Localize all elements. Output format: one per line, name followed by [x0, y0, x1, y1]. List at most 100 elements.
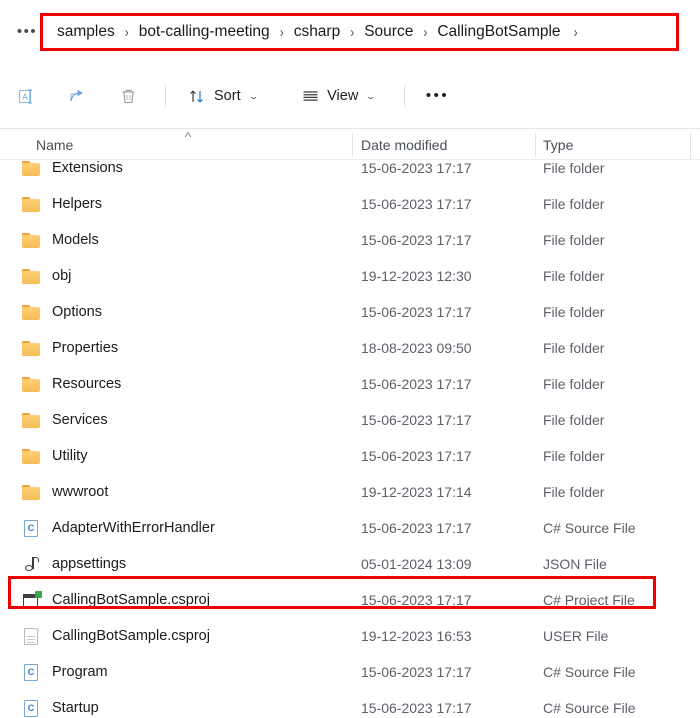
file-name-label: CallingBotSample.csproj	[52, 592, 210, 608]
address-bar: ••• samples › bot-calling-meeting › csha…	[0, 0, 700, 64]
breadcrumb-item-source[interactable]: Source	[355, 20, 422, 44]
file-name-label: Utility	[52, 448, 88, 464]
file-type-cell: File folder	[543, 196, 605, 212]
column-header-name[interactable]: Name	[36, 129, 73, 161]
table-row[interactable]: C Program 15-06-2023 17:17 C# Source Fil…	[0, 654, 700, 690]
sort-arrows-icon	[188, 88, 207, 105]
table-row[interactable]: C Startup 15-06-2023 17:17 C# Source Fil…	[0, 690, 700, 718]
rename-button[interactable]: A	[10, 79, 43, 113]
folder-icon	[22, 376, 41, 393]
table-row[interactable]: Resources 15-06-2023 17:17 File folder	[0, 366, 700, 402]
share-icon	[68, 88, 87, 105]
table-row[interactable]: wwwroot 19-12-2023 17:14 File folder	[0, 474, 700, 510]
command-separator-1	[165, 85, 166, 107]
chevron-right-icon[interactable]: ›	[422, 23, 428, 41]
folder-icon	[22, 484, 41, 501]
more-options-button[interactable]: •••	[419, 79, 456, 113]
column-divider-2[interactable]	[535, 133, 536, 157]
file-name-label: obj	[52, 268, 72, 284]
file-type-cell: C# Source File	[543, 520, 636, 536]
file-date-cell: 15-06-2023 17:17	[361, 700, 472, 716]
breadcrumb-overflow-button[interactable]: •••	[14, 19, 40, 45]
file-name-label: Resources	[52, 376, 122, 392]
file-date-cell: 19-12-2023 12:30	[361, 268, 472, 284]
table-row[interactable]: appsettings 05-01-2024 13:09 JSON File	[0, 546, 700, 582]
file-date-cell: 15-06-2023 17:17	[361, 664, 472, 680]
file-type-cell: JSON File	[543, 556, 607, 572]
csharp-glyph: C	[27, 666, 35, 677]
column-header-date-modified[interactable]: Date modified	[361, 129, 447, 161]
file-name-cell: Services	[22, 412, 108, 429]
table-row[interactable]: Services 15-06-2023 17:17 File folder	[0, 402, 700, 438]
file-type-cell: C# Project File	[543, 592, 635, 608]
folder-icon	[22, 160, 41, 177]
file-name-label: Models	[52, 232, 99, 248]
file-date-cell: 15-06-2023 17:17	[361, 592, 472, 608]
folder-icon	[22, 232, 41, 249]
file-name-cell: obj	[22, 268, 71, 285]
view-list-icon	[301, 88, 320, 105]
file-name-cell: C AdapterWithErrorHandler	[22, 519, 215, 537]
json-file-icon	[22, 556, 41, 573]
file-name-label: CallingBotSample.csproj	[52, 628, 210, 644]
file-date-cell: 05-01-2024 13:09	[361, 556, 472, 572]
column-divider-1[interactable]	[352, 133, 353, 157]
table-row[interactable]: obj 19-12-2023 12:30 File folder	[0, 258, 700, 294]
svg-text:A: A	[22, 92, 28, 101]
file-type-cell: File folder	[543, 232, 605, 248]
table-row[interactable]: Extensions 15-06-2023 17:17 File folder	[0, 160, 700, 186]
table-row-highlighted[interactable]: CallingBotSample.csproj 15-06-2023 17:17…	[0, 582, 700, 618]
file-name-cell: appsettings	[22, 556, 126, 573]
column-header-type[interactable]: Type	[543, 129, 573, 161]
table-row[interactable]: Helpers 15-06-2023 17:17 File folder	[0, 186, 700, 222]
view-button[interactable]: View ⌄	[294, 79, 382, 113]
file-explorer-window: ••• samples › bot-calling-meeting › csha…	[0, 0, 700, 718]
chevron-right-icon[interactable]: ›	[279, 23, 285, 41]
table-row[interactable]: Properties 18-08-2023 09:50 File folder	[0, 330, 700, 366]
table-row[interactable]: Models 15-06-2023 17:17 File folder	[0, 222, 700, 258]
delete-button[interactable]	[112, 79, 145, 113]
breadcrumb-item-samples[interactable]: samples	[48, 20, 124, 44]
breadcrumb-item-callingbotsample[interactable]: CallingBotSample	[428, 20, 569, 44]
file-name-label: Helpers	[52, 196, 102, 212]
file-name-label: Properties	[52, 340, 119, 356]
chevron-right-icon[interactable]: ›	[349, 23, 355, 41]
ellipsis-icon: •••	[425, 87, 450, 104]
chevron-right-icon-trailing[interactable]: ›	[573, 23, 579, 41]
file-name-cell: C Program	[22, 663, 108, 681]
file-name-label: Extensions	[52, 160, 123, 176]
file-list[interactable]: Extensions 15-06-2023 17:17 File folder …	[0, 160, 700, 718]
file-date-cell: 15-06-2023 17:17	[361, 412, 472, 428]
file-date-cell: 18-08-2023 09:50	[361, 340, 472, 356]
breadcrumb-item-csharp[interactable]: csharp	[285, 20, 350, 44]
file-type-cell: File folder	[543, 376, 605, 392]
table-row[interactable]: C AdapterWithErrorHandler 15-06-2023 17:…	[0, 510, 700, 546]
sort-button[interactable]: Sort ⌄	[181, 79, 264, 113]
file-name-cell: C Startup	[22, 699, 99, 717]
file-date-cell: 15-06-2023 17:17	[361, 304, 472, 320]
folder-icon	[22, 304, 41, 321]
table-row[interactable]: CallingBotSample.csproj 19-12-2023 16:53…	[0, 618, 700, 654]
file-name-label: Services	[52, 412, 108, 428]
csharp-file-icon: C	[22, 699, 41, 717]
rename-icon: A	[17, 88, 36, 105]
csharp-glyph: C	[27, 522, 35, 533]
share-button[interactable]	[61, 79, 94, 113]
file-name-cell: CallingBotSample.csproj	[22, 590, 210, 609]
file-date-cell: 19-12-2023 16:53	[361, 628, 472, 644]
file-type-cell: USER File	[543, 628, 609, 644]
file-type-cell: File folder	[543, 484, 605, 500]
table-row[interactable]: Utility 15-06-2023 17:17 File folder	[0, 438, 700, 474]
file-name-cell: wwwroot	[22, 484, 108, 501]
chevron-right-icon[interactable]: ›	[124, 23, 130, 41]
file-type-cell: File folder	[543, 304, 605, 320]
table-row[interactable]: Options 15-06-2023 17:17 File folder	[0, 294, 700, 330]
file-name-label: AdapterWithErrorHandler	[52, 520, 215, 536]
breadcrumb-item-bot-calling-meeting[interactable]: bot-calling-meeting	[130, 20, 279, 44]
file-name-cell: Properties	[22, 340, 118, 357]
file-name-cell: Resources	[22, 376, 121, 393]
sort-ascending-indicator: ˄	[183, 130, 192, 141]
file-date-cell: 15-06-2023 17:17	[361, 196, 472, 212]
csharp-file-icon: C	[22, 519, 41, 537]
command-bar: A Sort ⌄ View ⌄ •••	[0, 64, 700, 128]
